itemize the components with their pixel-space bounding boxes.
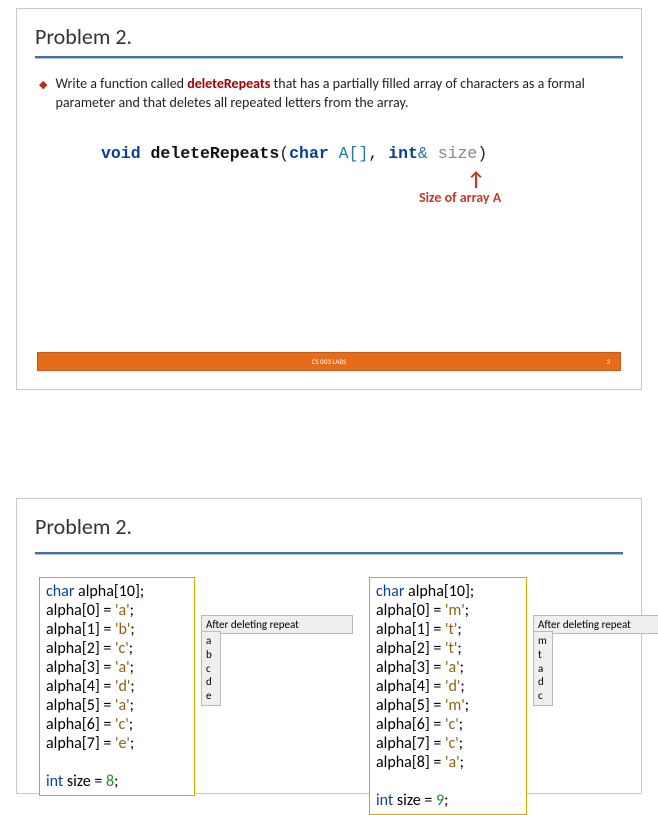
footer-page-number: 3	[606, 357, 610, 366]
footer-bar: CS 003 LABS 3	[37, 352, 621, 371]
result-title-left: After deleting repeat	[201, 615, 353, 634]
code-example-right: char alpha[10]; alpha[0] = 'm'; alpha[1]…	[369, 577, 527, 815]
result-left: a b c d e	[201, 631, 221, 706]
diamond-icon: ◆	[39, 78, 47, 93]
function-signature: void deleteRepeats(char A[], int& size)	[39, 143, 619, 165]
amp-ref: &	[418, 144, 428, 163]
kw-void: void	[101, 144, 141, 163]
paren-close: )	[477, 144, 487, 163]
comma: ,	[368, 144, 388, 163]
bullet-fn-name: deleteRepeats	[187, 75, 270, 92]
slide-2: Problem 2. char alpha[10]; alpha[0] = 'a…	[16, 498, 642, 794]
code-example-left: char alpha[10]; alpha[0] = 'a'; alpha[1]…	[39, 577, 195, 796]
footer-center: CS 003 LABS	[312, 357, 347, 366]
type-int: int	[388, 144, 418, 163]
bullet-pre: Write a function called	[55, 75, 187, 92]
slide-title: Problem 2.	[17, 499, 641, 546]
paren-open: (	[279, 144, 289, 163]
result-right: m t a d c	[533, 631, 553, 706]
slide-1: Problem 2. ◆ Write a function called del…	[16, 8, 642, 390]
param-size: size	[428, 144, 478, 163]
fn-name: deleteRepeats	[151, 144, 280, 163]
param-A: A[]	[329, 144, 369, 163]
bullet-text: Write a function called deleteRepeats th…	[55, 75, 619, 113]
slide-title: Problem 2.	[17, 9, 641, 56]
slide-body: ◆ Write a function called deleteRepeats …	[17, 59, 641, 211]
title-rule	[35, 552, 623, 555]
type-char: char	[289, 144, 329, 163]
arrow-label: Size of array A	[419, 189, 501, 208]
bullet-row: ◆ Write a function called deleteRepeats …	[39, 75, 619, 113]
arrow-annotation: ↑ Size of array A	[39, 165, 619, 211]
